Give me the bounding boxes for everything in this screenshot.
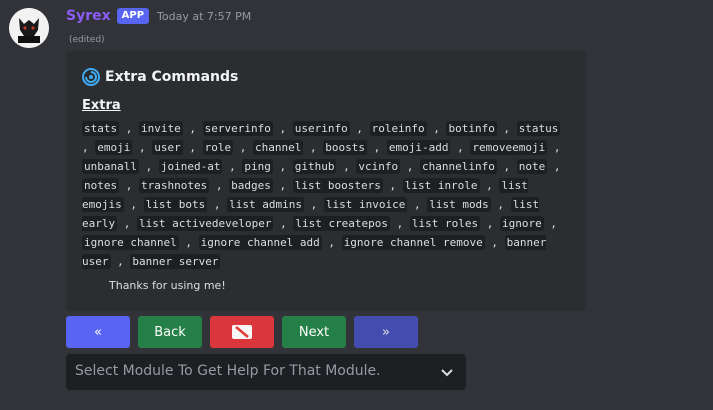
module-select[interactable]: Select Module To Get Help For That Modul… (66, 354, 466, 390)
swirl-icon (82, 68, 100, 86)
command-item: status (516, 121, 561, 136)
command-item: channel (253, 140, 304, 155)
command-item: note (516, 159, 548, 174)
command-item: user (152, 140, 183, 155)
stop-button[interactable] (210, 316, 274, 348)
command-item: list bots (143, 197, 208, 212)
username[interactable]: Syrex (66, 8, 111, 24)
back-button[interactable]: Back (138, 316, 202, 348)
command-item: notes (82, 178, 120, 193)
message-header: Syrex APP Today at 7:57 PM (66, 8, 251, 24)
wolf-logo-icon (9, 8, 49, 48)
command-item: vcinfo (356, 159, 401, 174)
edited-label: (edited) (69, 35, 105, 45)
avatar[interactable] (9, 8, 49, 48)
command-item: invite (139, 121, 183, 136)
command-item: stats (82, 121, 120, 136)
embed-title: Extra Commands (105, 69, 239, 85)
next-button[interactable]: Next (282, 316, 346, 348)
command-item: role (202, 140, 234, 155)
command-item: channelinfo (419, 159, 497, 174)
command-item: ping (242, 159, 273, 174)
command-item: banner server (130, 254, 221, 269)
command-item: badges (229, 178, 273, 193)
command-item: emoji (95, 140, 133, 155)
command-item: userinfo (292, 121, 350, 136)
timestamp: Today at 7:57 PM (157, 9, 252, 23)
command-item: emoji-add (386, 140, 451, 155)
next-label: Next (298, 324, 330, 340)
last-page-label: » (382, 324, 390, 340)
first-page-button[interactable]: « (66, 316, 130, 348)
command-item: list roles (409, 216, 481, 231)
command-item: roleinfo (369, 121, 427, 136)
command-item: list createpos (293, 216, 391, 231)
command-item: list invoice (323, 197, 408, 212)
command-item: joined-at (158, 159, 223, 174)
back-label: Back (154, 324, 186, 340)
command-item: removeemoji (470, 140, 548, 155)
embed-footer: Thanks for using me! (109, 279, 226, 292)
embed: Extra Commands Extra stats , invite , se… (66, 51, 586, 311)
command-item: list mods (427, 197, 491, 212)
command-item: github (292, 159, 337, 174)
command-item: list inrole (402, 178, 480, 193)
command-item: serverinfo (202, 121, 273, 136)
first-page-label: « (94, 324, 102, 340)
embed-header: Extra Commands (82, 68, 238, 86)
field-name: Extra (82, 98, 121, 113)
command-item: unbanall (82, 159, 139, 174)
command-list: stats , invite , serverinfo , userinfo ,… (82, 121, 561, 269)
command-item: trashnotes (139, 178, 210, 193)
command-item: boosts (323, 140, 367, 155)
command-item: ignore (500, 216, 544, 231)
command-item: ignore channel add (198, 235, 322, 250)
select-placeholder: Select Module To Get Help For That Modul… (75, 363, 381, 379)
command-item: list activedeveloper (137, 216, 274, 231)
chevron-down-icon (441, 369, 453, 377)
command-item: list boosters (292, 178, 383, 193)
command-item: ignore channel remove (341, 235, 485, 250)
stop-icon (232, 325, 252, 339)
command-item: list admins (227, 197, 304, 212)
app-badge: APP (116, 8, 150, 24)
last-page-button[interactable]: » (354, 316, 418, 348)
command-item: botinfo (446, 121, 497, 136)
command-item: ignore channel (82, 235, 179, 250)
